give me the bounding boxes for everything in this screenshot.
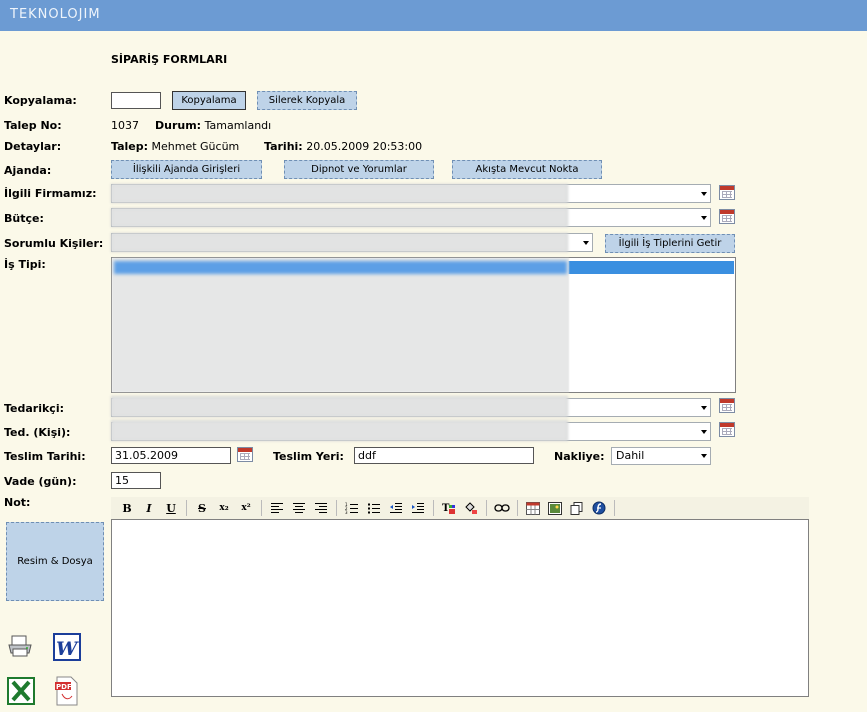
talep-date: Tarihi: 20.05.2009 20:53:00 — [264, 140, 422, 153]
talep-date-value: 20.05.2009 20:53:00 — [306, 140, 423, 153]
app-header: TEKNOLOJIM — [0, 0, 867, 31]
align-left-icon[interactable] — [267, 499, 287, 517]
butce-label: Bütçe: — [4, 212, 44, 225]
teslim-yeri-input[interactable] — [354, 447, 534, 464]
talep-owner: Talep: Mehmet Gücüm — [111, 140, 239, 153]
detaylar-label: Detaylar: — [4, 140, 62, 153]
get-work-types-button[interactable]: İlgili İş Tiplerini Getir — [605, 234, 735, 253]
durum-label: Durum: — [155, 119, 202, 132]
teslim-tarihi-label: Teslim Tarihi: — [4, 450, 86, 463]
talep-no-value: 1037 — [111, 119, 139, 132]
chevron-down-icon — [701, 215, 707, 220]
copy-button[interactable]: Kopyalama — [172, 91, 246, 110]
bold-button[interactable]: B — [117, 499, 137, 517]
toolbar-separator — [517, 500, 518, 516]
indent-icon[interactable] — [408, 499, 428, 517]
durum-value: Tamamlandı — [204, 119, 272, 132]
teslim-tarihi-input[interactable] — [111, 447, 231, 464]
toolbar-separator — [261, 500, 262, 516]
excel-export-icon[interactable] — [6, 676, 36, 706]
pdf-export-icon[interactable]: PDF — [52, 676, 82, 706]
link-icon[interactable] — [492, 499, 512, 517]
ajanda-label: Ajanda: — [4, 164, 52, 177]
copy-icon[interactable] — [567, 499, 587, 517]
flash-icon[interactable] — [589, 499, 609, 517]
kopyalama-input[interactable] — [111, 92, 161, 109]
talep-owner-value: Mehmet Gücüm — [151, 140, 240, 153]
note-editor[interactable] — [111, 519, 809, 697]
svg-text:PDF: PDF — [56, 683, 72, 691]
related-agenda-button[interactable]: İlişkili Ajanda Girişleri — [111, 160, 262, 179]
align-center-icon[interactable] — [289, 499, 309, 517]
calendar-icon[interactable] — [237, 447, 253, 462]
bullet-list-icon[interactable] — [364, 499, 384, 517]
outdent-icon[interactable] — [386, 499, 406, 517]
toolbar-separator — [486, 500, 487, 516]
chevron-down-icon — [583, 240, 589, 245]
nakliye-select[interactable]: Dahil — [611, 447, 711, 465]
nakliye-label: Nakliye: — [554, 450, 605, 463]
nakliye-value: Dahil — [616, 449, 645, 462]
toolbar-separator — [614, 500, 615, 516]
brand-logo: TEKNOLOJIM — [10, 7, 101, 22]
chevron-down-icon — [701, 191, 707, 196]
redacted-butce — [111, 208, 568, 227]
tedarikci-label: Tedarikçi: — [4, 402, 65, 415]
redacted-ted-kisi — [111, 420, 568, 441]
italic-button[interactable]: I — [139, 499, 159, 517]
chevron-down-icon — [701, 405, 707, 410]
vade-input[interactable] — [111, 472, 161, 489]
attachments-button[interactable]: Resim & Dosya — [6, 522, 104, 601]
vade-label: Vade (gün): — [4, 475, 77, 488]
firma-label: İlgili Firmamız: — [4, 187, 97, 200]
redacted-work-types — [112, 258, 569, 392]
strikethrough-button[interactable]: S — [192, 499, 212, 517]
redacted-tedarikci — [111, 396, 568, 417]
align-right-icon[interactable] — [311, 499, 331, 517]
underline-button[interactable]: U — [161, 499, 181, 517]
toolbar-separator — [186, 500, 187, 516]
text-color-icon[interactable]: T — [439, 499, 459, 517]
copy-delete-button[interactable]: Silerek Kopyala — [257, 91, 357, 110]
calendar-icon[interactable] — [719, 422, 735, 437]
ted-kisi-label: Ted. (Kişi): — [4, 426, 71, 439]
subscript-button[interactable]: x₂ — [214, 499, 234, 517]
talep-no-label: Talep No: — [4, 119, 62, 132]
calendar-icon[interactable] — [719, 398, 735, 413]
print-icon[interactable] — [6, 632, 34, 660]
redacted-firma — [111, 184, 568, 203]
editor-toolbar: B I U S x₂ x² 123 T — [111, 497, 809, 519]
chevron-down-icon — [701, 429, 707, 434]
word-export-icon[interactable]: W — [52, 632, 82, 662]
calendar-icon[interactable] — [719, 185, 735, 200]
table-icon[interactable] — [523, 499, 543, 517]
toolbar-separator — [433, 500, 434, 516]
image-icon[interactable] — [545, 499, 565, 517]
sorumlu-label: Sorumlu Kişiler: — [4, 237, 104, 250]
superscript-button[interactable]: x² — [236, 499, 256, 517]
svg-text:W: W — [56, 638, 79, 660]
not-label: Not: — [4, 496, 31, 509]
work-type-list[interactable] — [111, 257, 736, 393]
background-color-icon[interactable] — [461, 499, 481, 517]
chevron-down-icon — [701, 454, 707, 458]
is-tipi-label: İş Tipi: — [4, 258, 46, 271]
talep-owner-label: Talep: — [111, 140, 149, 153]
talep-date-label: Tarihi: — [264, 140, 303, 153]
page-title: SİPARİŞ FORMLARI — [111, 53, 228, 66]
redacted-sorumlu — [111, 233, 568, 252]
teslim-yeri-label: Teslim Yeri: — [273, 450, 344, 463]
numbered-list-icon[interactable]: 123 — [342, 499, 362, 517]
notes-comments-button[interactable]: Dipnot ve Yorumlar — [284, 160, 434, 179]
toolbar-separator — [336, 500, 337, 516]
kopyalama-label: Kopyalama: — [4, 94, 77, 107]
durum: Durum: Tamamlandı — [155, 119, 271, 132]
calendar-icon[interactable] — [719, 209, 735, 224]
flow-point-button[interactable]: Akışta Mevcut Nokta — [452, 160, 602, 179]
svg-text:T: T — [442, 503, 450, 514]
svg-text:3: 3 — [345, 510, 348, 514]
